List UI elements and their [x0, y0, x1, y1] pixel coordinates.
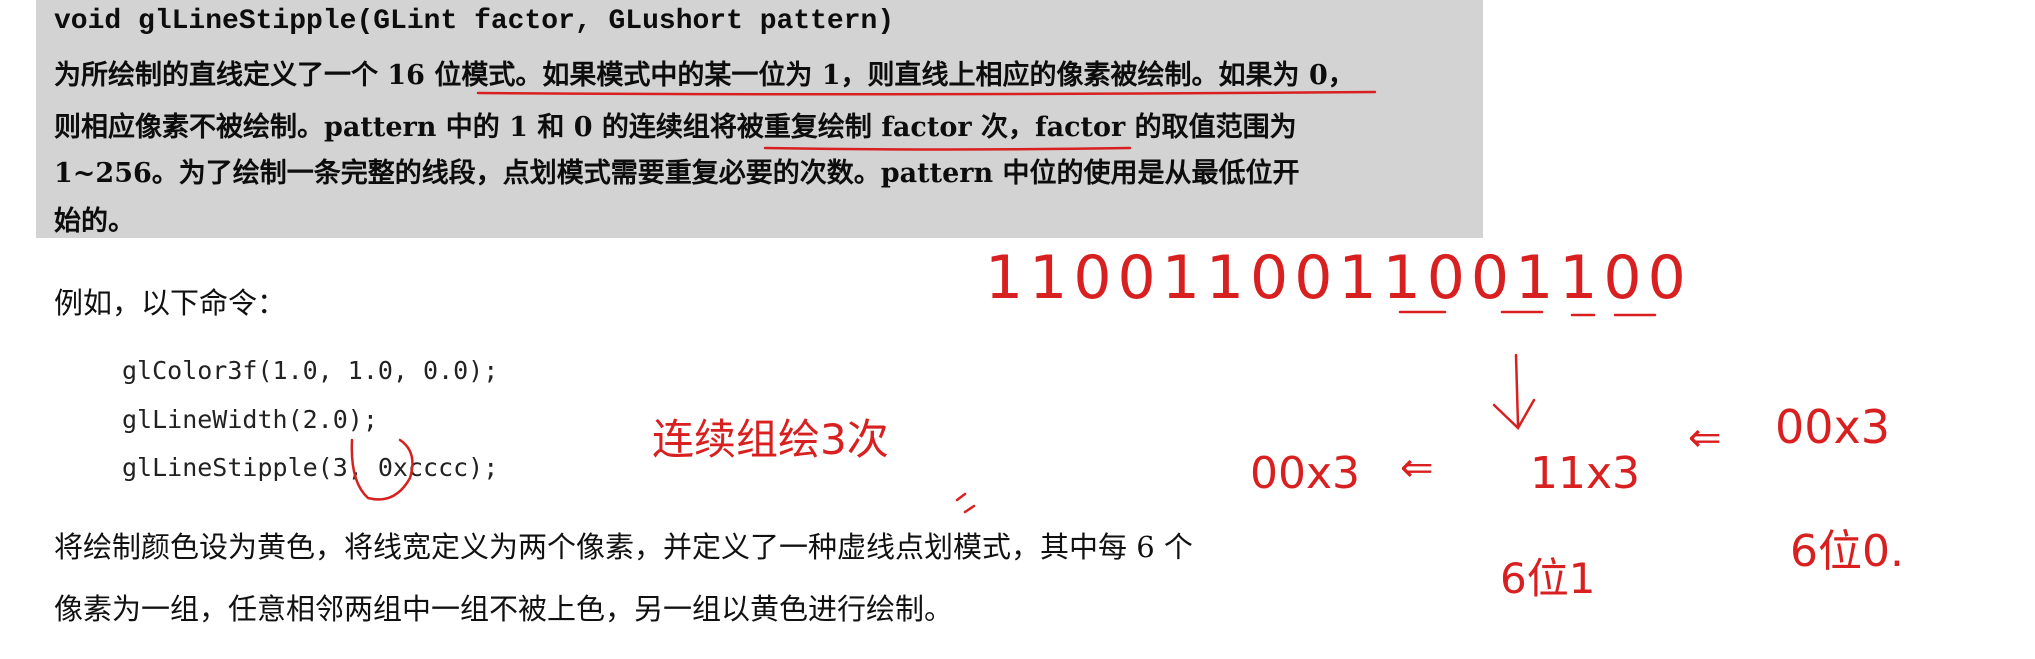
definition-line-3: 1~256。为了绘制一条完整的线段，点划模式需要重复必要的次数。pattern … [54, 158, 1300, 189]
code-line-stipple: glLineStipple(3, 0xcccc); [122, 453, 499, 482]
handwritten-zeros-left: 00x3 [1250, 448, 1361, 499]
pencil-tick-2 [963, 504, 976, 514]
function-signature: void glLineStipple(GLint factor, GLushor… [54, 6, 895, 37]
handwritten-six-ones: 6位1 [1500, 554, 1596, 603]
pencil-tick-1 [955, 492, 967, 502]
handwritten-six-zeros: 6位0. [1790, 526, 1904, 577]
left-arrow-icon: ⇐ [1400, 445, 1434, 491]
handwritten-ones: 11x3 [1530, 448, 1641, 499]
example-intro: 例如，以下命令： [54, 286, 287, 320]
description-line-2: 像素为一组，任意相邻两组中一组不被上色，另一组以黄色进行绘制。 [54, 592, 954, 626]
definition-line-4: 始的。 [54, 206, 135, 237]
description-line-1: 将绘制颜色设为黄色，将线宽定义为两个像素，并定义了一种虚线点划模式，其中每 6 … [54, 530, 1193, 564]
down-arrow-shaft [1514, 353, 1520, 427]
handwritten-repeat-note: 连续组绘3次 [652, 415, 889, 464]
code-line-color: glColor3f(1.0, 1.0, 0.0); [122, 356, 499, 385]
definition-line-2: 则相应像素不被绘制。pattern 中的 1 和 0 的连续组将被重复绘制 fa… [54, 112, 1297, 143]
handwritten-bit-pattern: 1100110011001100 [985, 243, 1692, 313]
left-arrow-icon: ⇐ [1688, 415, 1722, 461]
definition-line-1: 为所绘制的直线定义了一个 16 位模式。如果模式中的某一位为 1，则直线上相应的… [54, 60, 1355, 91]
handwritten-zeros-right: 00x3 [1775, 400, 1891, 454]
code-line-width: glLineWidth(2.0); [122, 405, 378, 434]
down-arrow-head [1492, 398, 1536, 431]
